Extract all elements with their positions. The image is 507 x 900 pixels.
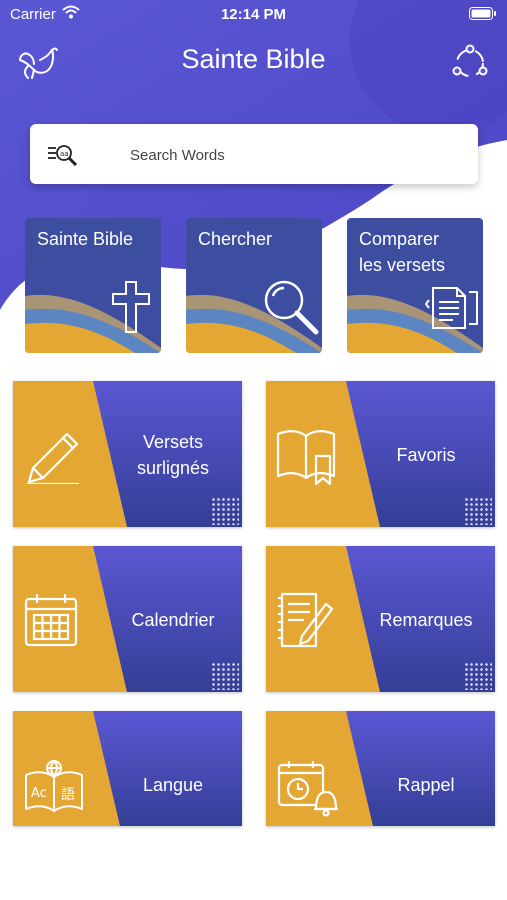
card-label: Calendrier (131, 610, 215, 630)
notes-icon (278, 592, 334, 648)
tile-label: Chercher (198, 229, 273, 249)
tile-sainte-bible[interactable]: Sainte Bible (25, 218, 161, 353)
tile-label: Sainte Bible (37, 229, 134, 249)
tile-chercher[interactable]: Chercher (186, 218, 322, 353)
svg-text:Ac: Ac (31, 786, 47, 801)
tile-label-line2: les versets (359, 255, 446, 275)
status-bar: Carrier 12:14 PM (0, 0, 507, 28)
tile-comparer[interactable]: Comparer les versets (347, 218, 483, 353)
svg-text:語: 語 (61, 787, 75, 803)
pencil-icon (27, 432, 79, 484)
status-time: 12:14 PM (220, 6, 287, 23)
dot-pattern (464, 497, 492, 525)
dot-pattern (464, 662, 492, 690)
card-favoris[interactable]: Favoris (266, 381, 495, 527)
reminder-icon (277, 761, 338, 817)
compare-document-icon (425, 287, 478, 329)
card-label: Favoris (396, 445, 456, 465)
card-label: Langue (142, 775, 204, 795)
card-versets-surlignes[interactable]: Versets surlignés (13, 381, 242, 527)
magnifier-icon (264, 280, 319, 335)
card-calendrier[interactable]: Calendrier (13, 546, 242, 692)
card-label: Versets surlignés (113, 429, 233, 481)
search-bar[interactable]: aa (30, 124, 478, 184)
card-label: Rappel (397, 775, 455, 795)
dot-pattern (211, 497, 239, 525)
dot-pattern (211, 662, 239, 690)
card-label: Remarques (379, 610, 473, 630)
tile-label: Comparer les versets (359, 226, 445, 278)
bookmark-book-icon (276, 430, 336, 486)
card-remarques[interactable]: Remarques (266, 546, 495, 692)
card-langue[interactable]: Ac 語 Langue (13, 711, 242, 826)
search-icon: aa (48, 145, 78, 167)
search-input[interactable] (128, 142, 452, 168)
share-icon[interactable] (450, 44, 490, 82)
page-title: Sainte Bible (181, 44, 326, 74)
svg-text:aa: aa (60, 150, 69, 158)
language-book-icon: Ac 語 (25, 760, 83, 812)
card-label-line1: Versets (142, 432, 204, 452)
battery-icon (469, 7, 496, 20)
cross-icon (112, 281, 150, 333)
card-label-line2: surlignés (136, 458, 210, 478)
calendar-icon (24, 594, 78, 647)
tile-label-line1: Comparer (359, 229, 440, 249)
card-rappel[interactable]: Rappel (266, 711, 495, 826)
